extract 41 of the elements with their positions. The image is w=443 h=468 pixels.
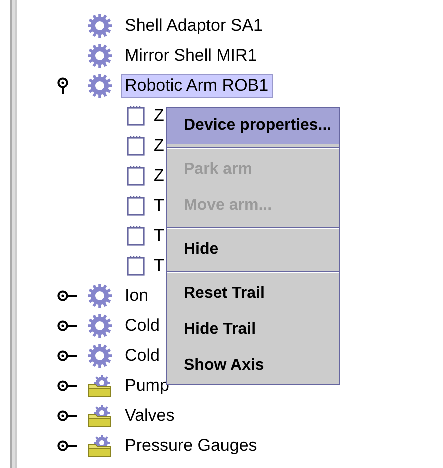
tree-item[interactable]: Cold (121, 344, 164, 368)
blank-page-icon (126, 255, 146, 277)
tree-item[interactable]: Pressure Gauges (121, 434, 262, 458)
collapsed-handle-icon[interactable] (57, 290, 79, 302)
collapsed-handle-icon[interactable] (57, 380, 79, 392)
folder-gear-icon (87, 403, 113, 429)
menu-item[interactable]: Show Axis (167, 348, 339, 384)
collapsed-handle-icon[interactable] (57, 410, 79, 422)
tree-item[interactable]: Robotic Arm ROB1 (121, 74, 273, 98)
menu-item[interactable]: Reset Trail (167, 276, 339, 312)
gear-icon (87, 73, 113, 99)
tree-item[interactable]: Mirror Shell MIR1 (121, 44, 262, 68)
gear-icon (87, 13, 113, 39)
menu-item[interactable]: Hide (167, 232, 339, 268)
tree-item[interactable]: Valves (121, 404, 179, 428)
folder-gear-icon (87, 373, 113, 399)
tree-item[interactable]: Shell Adaptor SA1 (121, 14, 267, 38)
menu-item[interactable]: Device properties... (167, 108, 339, 144)
tree-item[interactable]: Z (150, 104, 168, 128)
tree-item[interactable]: Z (150, 164, 168, 188)
tree-item[interactable]: Z (150, 134, 168, 158)
menu-item[interactable]: Hide Trail (167, 312, 339, 348)
blank-page-icon (126, 195, 146, 217)
folder-gear-icon (87, 433, 113, 459)
gear-icon (87, 283, 113, 309)
blank-page-icon (126, 165, 146, 187)
collapsed-handle-icon[interactable] (57, 350, 79, 362)
gear-icon (87, 343, 113, 369)
tree-item[interactable]: T (150, 224, 168, 248)
blank-page-icon (126, 105, 146, 127)
gear-icon (87, 43, 113, 69)
tree-item[interactable]: Ion (121, 284, 153, 308)
expanded-handle-icon[interactable] (57, 77, 69, 95)
tree-item[interactable]: Cold (121, 314, 164, 338)
tree-item[interactable]: T (150, 194, 168, 218)
collapsed-handle-icon[interactable] (57, 320, 79, 332)
collapsed-handle-icon[interactable] (57, 440, 79, 452)
tree-item[interactable]: T (150, 254, 168, 278)
blank-page-icon (126, 135, 146, 157)
blank-page-icon (126, 225, 146, 247)
gear-icon (87, 313, 113, 339)
